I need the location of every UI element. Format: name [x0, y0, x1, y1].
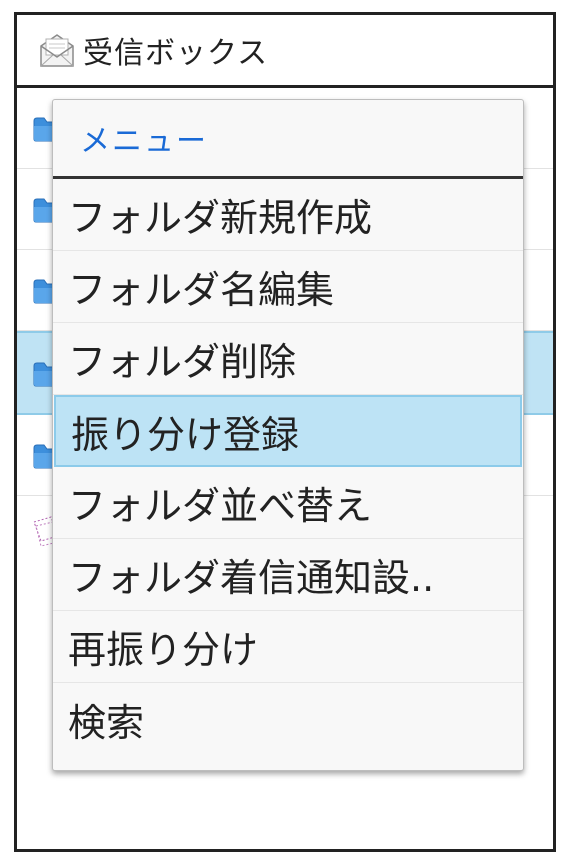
menu-item-reorder-folders[interactable]: フォルダ並べ替え [53, 467, 523, 539]
menu-item-sort-rule-register[interactable]: 振り分け登録 [54, 395, 522, 467]
context-menu: メニュー フォルダ新規作成 フォルダ名編集 フォルダ削除 振り分け登録 フォルダ… [52, 99, 524, 771]
menu-item-delete-folder[interactable]: フォルダ削除 [53, 323, 523, 395]
header-bar: 受信ボックス [17, 15, 553, 88]
envelope-open-icon [37, 30, 77, 70]
menu-item-search[interactable]: 検索 [53, 683, 523, 755]
page-title: 受信ボックス [83, 36, 269, 71]
menu-title: メニュー [53, 100, 523, 179]
app-frame: 受信ボックス メニュー フォルダ新規作成 フォルダ名編集 フォルダ削除 振り分け… [14, 12, 556, 852]
menu-item-resort[interactable]: 再振り分け [53, 611, 523, 683]
menu-item-rename-folder[interactable]: フォルダ名編集 [53, 251, 523, 323]
menu-item-new-folder[interactable]: フォルダ新規作成 [53, 179, 523, 251]
menu-item-folder-notification-settings[interactable]: フォルダ着信通知設.. [53, 539, 523, 611]
